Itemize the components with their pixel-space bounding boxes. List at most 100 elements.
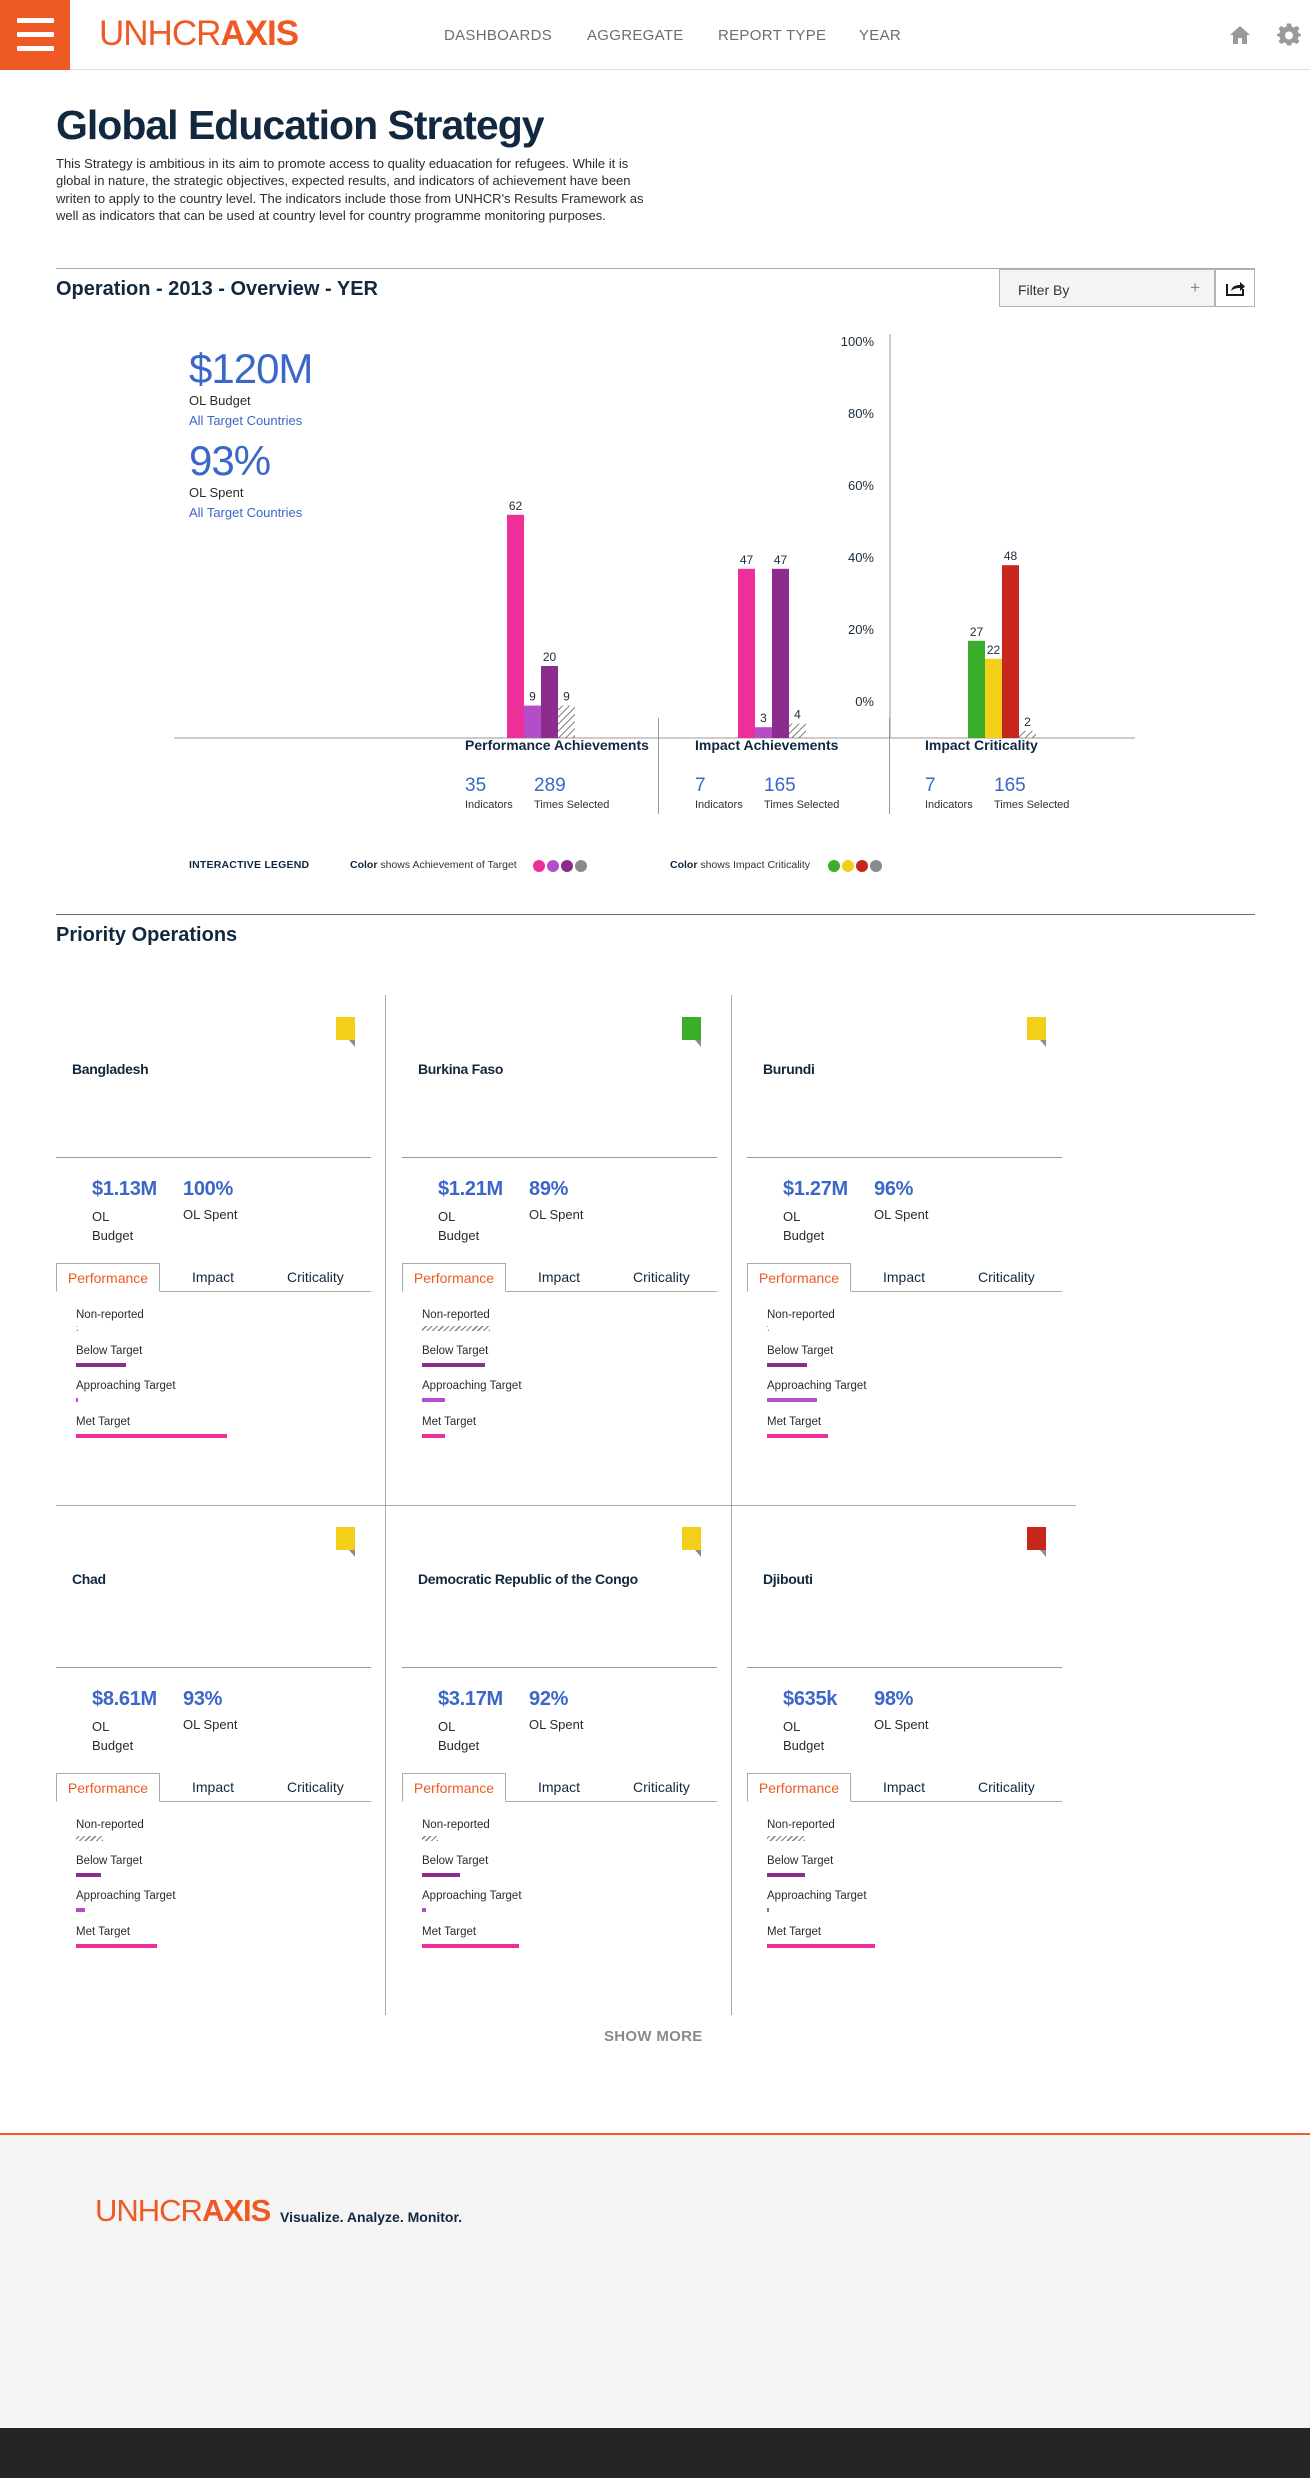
flag-icon[interactable]: [682, 1017, 701, 1047]
share-button[interactable]: [1215, 269, 1255, 307]
nav-report-type[interactable]: REPORT TYPE: [718, 27, 826, 44]
tab-impact[interactable]: Impact: [538, 1773, 580, 1802]
ol-budget-label: OL Budget: [438, 1209, 480, 1243]
flag-icon[interactable]: [336, 1527, 355, 1557]
bar-value-label: 3: [760, 711, 767, 725]
bar-value-label: 4: [794, 708, 801, 722]
show-more-button[interactable]: SHOW MORE: [604, 2028, 703, 2045]
indicators-label: Indicators: [925, 799, 973, 811]
logo[interactable]: UNHCRAXIS: [99, 16, 299, 51]
tab-criticality[interactable]: Criticality: [287, 1263, 344, 1292]
legend-criticality-dot[interactable]: [856, 860, 868, 872]
metric-bar: [422, 1944, 520, 1948]
ol-budget-label: OL Budget: [438, 1719, 480, 1753]
tab-performance[interactable]: Performance: [56, 1263, 160, 1292]
tab-criticality[interactable]: Criticality: [633, 1263, 690, 1292]
nav-year[interactable]: YEAR: [859, 27, 901, 44]
country-ol-budget: $1.21M: [438, 1178, 503, 1200]
metric-bar: [767, 1398, 818, 1402]
hamburger-icon: [17, 18, 54, 23]
country-ol-budget: $1.13M: [92, 1178, 157, 1200]
tab-impact[interactable]: Impact: [883, 1263, 925, 1292]
metric-bar: [422, 1434, 446, 1438]
legend-achievement-dot[interactable]: [533, 860, 545, 872]
tab-impact[interactable]: Impact: [883, 1773, 925, 1802]
flag-icon[interactable]: [1027, 1017, 1046, 1047]
tab-performance[interactable]: Performance: [402, 1263, 506, 1292]
card-divider: [747, 1157, 1062, 1158]
tab-performance[interactable]: Performance: [747, 1773, 851, 1802]
legend-achievement-caption: shows Achievement of Target: [377, 859, 517, 871]
group-divider: [658, 718, 659, 814]
metric-bar-non-reported: [76, 1326, 78, 1331]
tab-impact[interactable]: Impact: [538, 1263, 580, 1292]
metric-label: Approaching Target: [76, 1380, 176, 1392]
metric-bar: [767, 1908, 769, 1912]
tab-criticality[interactable]: Criticality: [633, 1773, 690, 1802]
tab-criticality[interactable]: Criticality: [287, 1773, 344, 1802]
country-ol-spent: 96%: [874, 1178, 914, 1200]
page-title: Global Education Strategy: [56, 102, 545, 148]
tab-performance[interactable]: Performance: [402, 1773, 506, 1802]
legend-criticality-dot[interactable]: [828, 860, 840, 872]
gear-icon[interactable]: [1277, 23, 1301, 47]
chart-bar: [738, 568, 755, 738]
tab-impact[interactable]: Impact: [192, 1773, 234, 1802]
bar-value-label: 9: [529, 690, 536, 704]
metric-bar: [422, 1363, 485, 1367]
country-ol-budget: $3.17M: [438, 1688, 503, 1710]
metric-label: Approaching Target: [76, 1890, 176, 1902]
metric-bar: [767, 1944, 875, 1948]
nav-aggregate[interactable]: AGGREGATE: [587, 27, 684, 44]
indicators-count: 35: [465, 775, 487, 796]
legend-criticality-dot[interactable]: [870, 860, 882, 872]
metric-label: Non-reported: [76, 1309, 144, 1321]
country-name[interactable]: Democratic Republic of the Congo: [418, 1571, 638, 1587]
tab-performance[interactable]: Performance: [56, 1773, 160, 1802]
metric-label: Approaching Target: [422, 1890, 522, 1902]
country-ol-spent: 92%: [529, 1688, 569, 1710]
metric-bar-non-reported: [422, 1326, 491, 1331]
footer-logo[interactable]: UNHCRAXIS: [95, 2193, 271, 2228]
flag-icon[interactable]: [1027, 1527, 1046, 1557]
chart-bar: [1002, 565, 1019, 738]
tab-criticality[interactable]: Criticality: [978, 1263, 1035, 1292]
footer-logo-bold-text: AXIS: [201, 2193, 271, 2228]
country-name[interactable]: Djibouti: [763, 1571, 813, 1587]
legend-achievement-dot[interactable]: [547, 860, 559, 872]
legend-achievement-dot[interactable]: [561, 860, 573, 872]
legend-criticality-dot[interactable]: [842, 860, 854, 872]
filter-by-dropdown[interactable]: Filter By +: [999, 269, 1215, 307]
metric-label: Non-reported: [76, 1819, 144, 1831]
flag-icon[interactable]: [336, 1017, 355, 1047]
bar-value-label: 47: [740, 553, 754, 567]
legend-achievement-text: Color shows Achievement of Target: [350, 859, 517, 871]
times-selected-label: Times Selected: [764, 799, 840, 811]
country-name[interactable]: Bangladesh: [72, 1061, 149, 1077]
nav-dashboards[interactable]: DASHBOARDS: [444, 27, 552, 44]
country-name[interactable]: Chad: [72, 1571, 106, 1587]
country-name[interactable]: Burkina Faso: [418, 1061, 503, 1077]
flag-icon[interactable]: [682, 1527, 701, 1557]
legend-color-word: Color: [350, 859, 378, 871]
menu-button[interactable]: [0, 0, 70, 70]
y-tick-label: 0%: [855, 694, 874, 709]
ol-budget-label: OL Budget: [783, 1719, 825, 1753]
country-name[interactable]: Burundi: [763, 1061, 815, 1077]
home-icon[interactable]: [1228, 23, 1252, 47]
tab-impact[interactable]: Impact: [192, 1263, 234, 1292]
bar-value-label: 22: [987, 643, 1001, 657]
legend-achievement-dot[interactable]: [575, 860, 587, 872]
tab-criticality[interactable]: Criticality: [978, 1773, 1035, 1802]
times-selected-label: Times Selected: [534, 799, 610, 811]
y-tick-label: 100%: [841, 334, 875, 349]
times-selected-count: 289: [534, 775, 566, 796]
metric-label: Non-reported: [422, 1309, 490, 1321]
intro-text: This Strategy is ambitious in its aim to…: [56, 156, 644, 224]
chart-bar: [524, 705, 541, 738]
country-ol-spent: 93%: [183, 1688, 223, 1710]
tab-performance[interactable]: Performance: [747, 1263, 851, 1292]
metric-label: Met Target: [76, 1926, 131, 1938]
ol-budget-label: OL Budget: [783, 1209, 825, 1243]
group-divider: [889, 718, 890, 814]
